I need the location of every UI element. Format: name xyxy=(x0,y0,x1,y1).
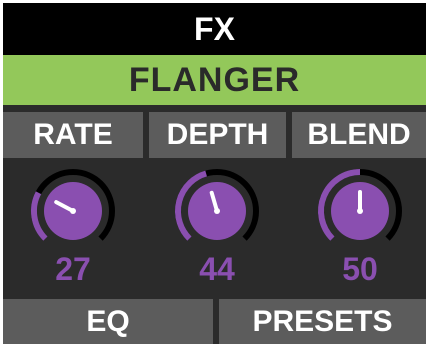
rate-label: RATE xyxy=(3,112,143,158)
depth-value: 44 xyxy=(199,251,235,287)
page-title: FX xyxy=(3,3,426,55)
knob-level-arc xyxy=(31,191,48,241)
param-labels: RATE DEPTH BLEND xyxy=(3,112,426,158)
rate-value: 27 xyxy=(55,251,91,287)
footer-buttons: EQ PRESETS xyxy=(3,299,426,344)
knob-center xyxy=(357,208,363,214)
rate-knob-graphic xyxy=(31,169,115,241)
eq-button[interactable]: EQ xyxy=(3,299,213,344)
blend-knob-graphic xyxy=(318,169,402,241)
knob-center xyxy=(214,208,220,214)
depth-knob-graphic xyxy=(175,169,259,241)
knob-center xyxy=(70,208,76,214)
presets-button[interactable]: PRESETS xyxy=(219,299,426,344)
effect-name[interactable]: FLANGER xyxy=(3,55,426,105)
depth-knob[interactable]: 44 xyxy=(162,165,272,290)
depth-label: DEPTH xyxy=(149,112,286,158)
blend-knob[interactable]: 50 xyxy=(305,165,415,290)
blend-label: BLEND xyxy=(292,112,426,158)
fx-panel: FX FLANGER RATE DEPTH BLEND 27 44 50 EQ … xyxy=(3,3,426,344)
blend-value: 50 xyxy=(342,251,378,287)
knob-row: 27 44 50 xyxy=(3,165,426,290)
rate-knob[interactable]: 27 xyxy=(18,165,128,290)
